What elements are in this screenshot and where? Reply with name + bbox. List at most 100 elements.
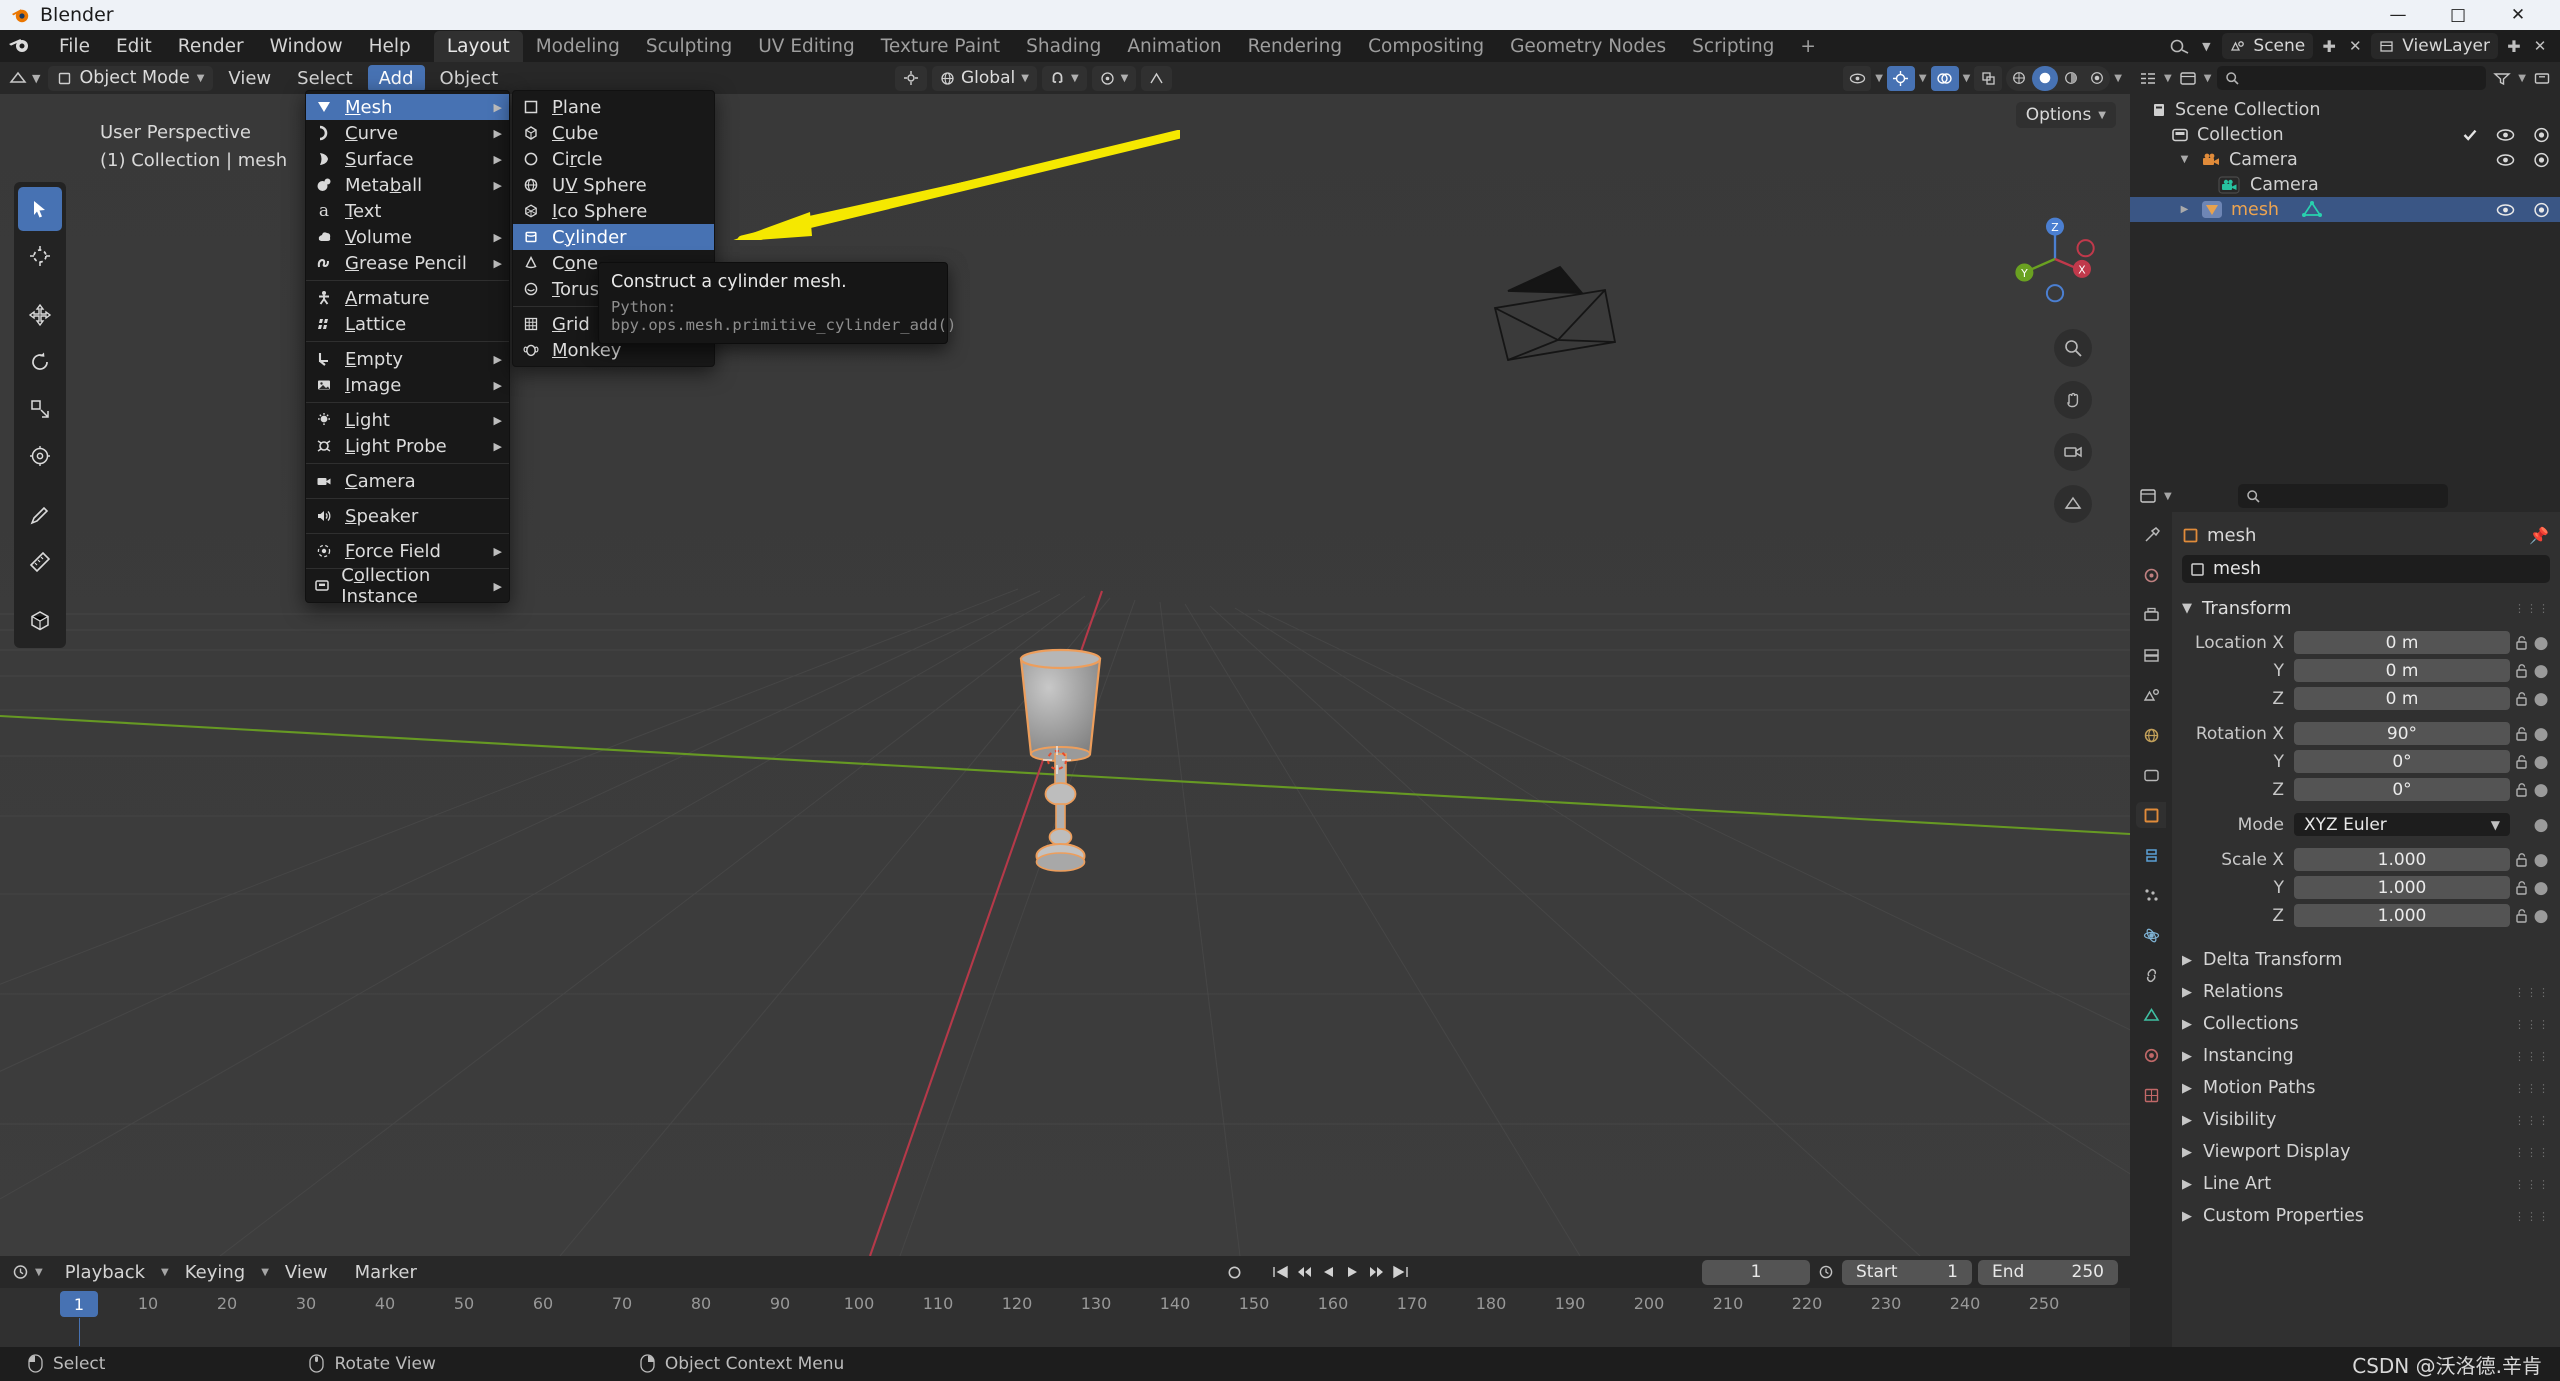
subpanel-line-art[interactable]: ▶ Line Art ⋮⋮⋮ bbox=[2182, 1168, 2550, 1200]
add-menu-item-collection-instance[interactable]: Collection Instance ▶ bbox=[306, 565, 509, 607]
value-scale-z[interactable]: 1.000 bbox=[2294, 904, 2510, 927]
add-menu-item-camera[interactable]: Camera bbox=[306, 468, 509, 494]
physics-tab[interactable] bbox=[2136, 922, 2166, 948]
previous-keyframe-button[interactable] bbox=[1294, 1262, 1314, 1282]
pin-icon[interactable]: 📌 bbox=[2529, 526, 2550, 545]
subpanel-collections[interactable]: ▶ Collections ⋮⋮⋮ bbox=[2182, 1008, 2550, 1040]
value-location-x[interactable]: 0 m bbox=[2294, 631, 2510, 654]
animate-dot-icon[interactable]: ● bbox=[2532, 724, 2550, 744]
blender-menu-icon[interactable] bbox=[8, 36, 34, 56]
scene-stats-icon[interactable] bbox=[2170, 36, 2190, 56]
subpanel-viewport-display[interactable]: ▶ Viewport Display ⋮⋮⋮ bbox=[2182, 1136, 2550, 1168]
workspace-tab-animation[interactable]: Animation bbox=[1114, 31, 1234, 62]
subpanel-motion-paths[interactable]: ▶ Motion Paths ⋮⋮⋮ bbox=[2182, 1072, 2550, 1104]
add-menu-item-metaball[interactable]: Metaball ▶ bbox=[306, 172, 509, 198]
lock-icon[interactable] bbox=[2510, 880, 2532, 896]
add-cube-tool-button[interactable] bbox=[18, 599, 62, 643]
menu-help[interactable]: Help bbox=[356, 32, 424, 61]
add-menu-item-surface[interactable]: Surface ▶ bbox=[306, 146, 509, 172]
object-tab[interactable] bbox=[2136, 802, 2166, 828]
disclosure-triangle-icon[interactable]: ▼ bbox=[2178, 154, 2191, 165]
workspace-tab-compositing[interactable]: Compositing bbox=[1355, 31, 1497, 62]
playhead[interactable]: 1 bbox=[60, 1291, 98, 1317]
solid-shading-button[interactable] bbox=[2032, 65, 2059, 91]
jump-to-end-button[interactable] bbox=[1390, 1262, 1410, 1282]
xray-toggle[interactable] bbox=[1974, 65, 2003, 91]
object-name-field[interactable]: mesh bbox=[2182, 555, 2550, 583]
outliner-display-mode-icon[interactable] bbox=[2178, 68, 2198, 88]
add-menu-item-image[interactable]: Image ▶ bbox=[306, 372, 509, 398]
render-tab[interactable] bbox=[2136, 562, 2166, 588]
annotate-tool-button[interactable] bbox=[18, 493, 62, 537]
workspace-tab-texture-paint[interactable]: Texture Paint bbox=[868, 31, 1013, 62]
object-mode-dropdown[interactable]: Object Mode ▼ bbox=[48, 65, 214, 91]
outliner-row-camera-data[interactable]: Camera bbox=[2130, 172, 2560, 197]
add-menu-dropdown[interactable]: Mesh ▶ Curve ▶ Surface ▶ Metaball ▶ a Te… bbox=[305, 90, 510, 607]
lock-icon[interactable] bbox=[2510, 726, 2532, 742]
toggle-ortho-icon[interactable] bbox=[2054, 485, 2092, 523]
camera-render-icon[interactable] bbox=[2533, 152, 2550, 168]
camera-view-icon[interactable] bbox=[2054, 433, 2092, 471]
subpanel-instancing[interactable]: ▶ Instancing ⋮⋮⋮ bbox=[2182, 1040, 2550, 1072]
value-rotation-z[interactable]: 0° bbox=[2294, 778, 2510, 801]
transform-tool-button[interactable] bbox=[18, 434, 62, 478]
rotate-tool-button[interactable] bbox=[18, 340, 62, 384]
eye-icon[interactable] bbox=[2496, 128, 2515, 142]
eye-icon[interactable] bbox=[2496, 203, 2515, 217]
world-tab[interactable] bbox=[2136, 722, 2166, 748]
camera-render-icon[interactable] bbox=[2533, 202, 2550, 218]
outliner-new-collection-icon[interactable] bbox=[2532, 68, 2552, 88]
add-menu-item-light[interactable]: Light ▶ bbox=[306, 407, 509, 433]
menu-edit[interactable]: Edit bbox=[103, 32, 165, 61]
transform-panel-header[interactable]: ▼ Transform ⋮⋮⋮ bbox=[2182, 593, 2550, 623]
lock-icon[interactable] bbox=[2510, 782, 2532, 798]
particles-tab[interactable] bbox=[2136, 882, 2166, 908]
outliner-row-camera-object[interactable]: ▼ Camera bbox=[2130, 147, 2560, 172]
timeline-menu-playback[interactable]: Playback bbox=[54, 1259, 156, 1286]
scene-tab[interactable] bbox=[2136, 682, 2166, 708]
menu-window[interactable]: Window bbox=[257, 32, 356, 61]
animate-dot-icon[interactable]: ● bbox=[2532, 689, 2550, 709]
add-menu-item-mesh[interactable]: Mesh ▶ bbox=[306, 94, 509, 120]
properties-search-input[interactable] bbox=[2237, 484, 2448, 508]
snap-toggle[interactable] bbox=[1141, 65, 1173, 91]
viewport-menu-object[interactable]: Object bbox=[429, 65, 510, 92]
navigation-gizmo[interactable]: Z Y X bbox=[2010, 214, 2100, 304]
record-icon[interactable] bbox=[1224, 1262, 1244, 1282]
timeline-menu-keying[interactable]: Keying bbox=[174, 1259, 256, 1286]
viewlayer-selector[interactable]: ViewLayer bbox=[2371, 33, 2498, 59]
subpanel-custom-properties[interactable]: ▶ Custom Properties ⋮⋮⋮ bbox=[2182, 1200, 2550, 1232]
constraints-tab[interactable] bbox=[2136, 962, 2166, 988]
subpanel-delta-transform[interactable]: ▶ Delta Transform bbox=[2182, 944, 2550, 976]
visibility-dropdown-icon[interactable] bbox=[1843, 65, 1872, 91]
zoom-icon[interactable] bbox=[2054, 329, 2092, 367]
lock-icon[interactable] bbox=[2510, 663, 2532, 679]
material-preview-button[interactable] bbox=[2058, 66, 2084, 91]
subpanel-visibility[interactable]: ▶ Visibility ⋮⋮⋮ bbox=[2182, 1104, 2550, 1136]
editor-type-icon[interactable] bbox=[8, 68, 28, 88]
viewport-menu-select[interactable]: Select bbox=[286, 65, 364, 92]
mesh-submenu-item-cube[interactable]: Cube bbox=[513, 120, 714, 146]
timeline-editor-type-icon[interactable] bbox=[10, 1262, 30, 1282]
disclosure-triangle-icon[interactable]: ▶ bbox=[2178, 204, 2191, 215]
add-workspace-button[interactable]: + bbox=[1787, 31, 1829, 62]
add-menu-item-light-probe[interactable]: Light Probe ▶ bbox=[306, 433, 509, 459]
eye-icon[interactable] bbox=[2496, 153, 2515, 167]
chevron-down-icon[interactable]: ▼ bbox=[2196, 36, 2216, 56]
value-location-y[interactable]: 0 m bbox=[2294, 659, 2510, 682]
tweak-select-tool-button[interactable] bbox=[18, 187, 62, 231]
measure-tool-button[interactable] bbox=[18, 540, 62, 584]
view-layer-tab[interactable] bbox=[2136, 642, 2166, 668]
transform-orientation-dropdown[interactable]: Global ▼ bbox=[932, 65, 1037, 91]
lock-icon[interactable] bbox=[2510, 852, 2532, 868]
add-menu-item-volume[interactable]: Volume ▶ bbox=[306, 224, 509, 250]
lock-icon[interactable] bbox=[2510, 635, 2532, 651]
outliner-filter-icon[interactable] bbox=[2492, 68, 2512, 88]
animate-dot-icon[interactable]: ● bbox=[2532, 906, 2550, 926]
close-button[interactable]: ✕ bbox=[2508, 5, 2528, 25]
checkbox-icon[interactable] bbox=[2462, 127, 2478, 143]
outliner-search-input[interactable] bbox=[2217, 66, 2487, 90]
pan-hand-icon[interactable] bbox=[2054, 381, 2092, 419]
add-menu-item-text[interactable]: a Text bbox=[306, 198, 509, 224]
new-scene-icon[interactable]: ✚ bbox=[2319, 36, 2339, 56]
